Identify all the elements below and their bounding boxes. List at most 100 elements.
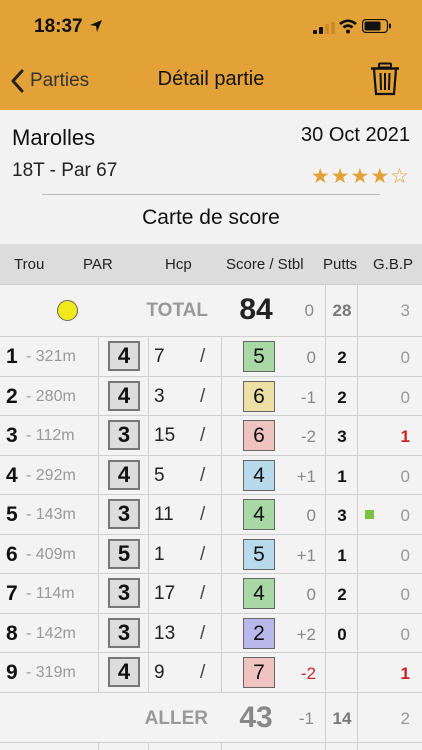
hole-hcp: 1 — [154, 544, 165, 565]
hole-slash: / — [200, 662, 206, 683]
aller-stbl: -1 — [298, 709, 314, 728]
hole-row[interactable]: 8 - 142m 3 13 / 2 +2 0 0 — [0, 613, 422, 653]
hole-slash: / — [200, 425, 206, 446]
game-info: Marolles 30 Oct 2021 18T - Par 67 ★★★★☆ … — [0, 110, 422, 244]
total-score: 84 — [239, 293, 273, 326]
hole-hcp: 17 — [154, 583, 176, 604]
hole-score[interactable]: 6 — [243, 381, 275, 412]
aller-row: ALLER 43 -1 14 2 — [0, 692, 422, 742]
hole-slash: / — [200, 623, 206, 644]
hole-row[interactable]: 7 - 114m 3 17 / 4 0 2 0 — [0, 573, 422, 613]
hole-gbp: 0 — [400, 546, 410, 565]
delete-button[interactable] — [370, 62, 400, 101]
hole-score[interactable]: 4 — [243, 460, 275, 491]
hole-number: 5 — [6, 503, 18, 526]
hole-row[interactable]: 3 - 112m 3 15 / 6 -2 3 1 — [0, 415, 422, 455]
hole-par: 4 — [108, 381, 140, 411]
hole-gbp: 0 — [400, 348, 410, 367]
hole-stbl: -2 — [300, 427, 316, 446]
hole-score[interactable]: 2 — [243, 618, 275, 649]
hole-stbl: +1 — [296, 546, 316, 565]
total-row: TOTAL 84 0 28 3 — [0, 284, 422, 336]
hole-gbp: 0 — [400, 585, 410, 604]
hole-gbp: 1 — [400, 664, 410, 683]
hole-number: 9 — [6, 661, 18, 684]
aller-label: ALLER — [144, 708, 208, 729]
hole-par: 3 — [108, 420, 140, 450]
hole-gbp: 0 — [400, 388, 410, 407]
hole-slash: / — [200, 583, 206, 604]
hole-score[interactable]: 5 — [243, 539, 275, 570]
hole-score[interactable]: 6 — [243, 420, 275, 451]
hole-gbp: 0 — [400, 506, 410, 525]
hole-row[interactable]: 9- 319m 4 9/7 -2 1 — [0, 652, 422, 692]
hole-par: 4 — [108, 460, 140, 490]
wifi-icon — [339, 19, 357, 34]
hole-distance: - 143m — [26, 506, 76, 523]
hole-score[interactable]: 4 — [243, 578, 275, 609]
hole-row[interactable]: 1 - 321m 4 7 / 5 0 2 0 — [0, 336, 422, 376]
hole-distance: - 280m — [26, 388, 76, 405]
navigation-bar: Parties Détail partie — [0, 52, 422, 110]
aller-gbp: 2 — [400, 709, 410, 728]
hole-stbl: 0 — [306, 348, 316, 367]
hole-hcp: 13 — [154, 623, 176, 644]
header-trou: Trou — [14, 256, 45, 273]
hole-score[interactable]: 5 — [243, 341, 275, 372]
hole-stbl: -2 — [300, 664, 316, 683]
golf-ball-icon — [57, 300, 78, 321]
hole-slash: / — [200, 386, 206, 407]
hole-par: 5 — [108, 539, 140, 569]
page-title: Détail partie — [157, 68, 265, 90]
total-gbp: 3 — [400, 301, 410, 320]
hole-gbp: 1 — [400, 427, 410, 446]
hole-distance: - 112m — [26, 427, 75, 444]
hole-number: 3 — [6, 424, 18, 447]
hole-slash: / — [200, 465, 206, 486]
trash-icon — [371, 62, 399, 96]
star-rating: ★★★★☆ — [310, 165, 410, 188]
course-par-info: 18T - Par 67 — [12, 160, 118, 181]
hole-putts: 2 — [337, 348, 347, 367]
status-bar: 18:37 — [0, 0, 422, 52]
hole-row[interactable]: 6- 409m 5 1/5 +1 1 0 — [0, 534, 422, 574]
hole-row[interactable]: 5 - 143m 3 11 / 4 0 3 0 — [0, 494, 422, 534]
total-stbl: 0 — [304, 301, 314, 320]
status-time: 18:37 — [34, 16, 83, 37]
hole-distance: - 142m — [26, 625, 76, 642]
header-hcp: Hcp — [165, 256, 192, 273]
hole-row[interactable]: 2 - 280m 4 3 / 6 -1 2 0 — [0, 376, 422, 416]
hole-putts: 2 — [337, 585, 347, 604]
game-date: 30 Oct 2021 — [301, 124, 410, 146]
hole-stbl: 0 — [306, 585, 316, 604]
next-row-partial — [0, 742, 422, 750]
hole-slash: / — [200, 504, 206, 525]
battery-icon — [362, 19, 391, 33]
hole-number: 1 — [6, 345, 18, 368]
hole-putts: 3 — [337, 506, 347, 525]
hole-stbl: +1 — [296, 467, 316, 486]
scorecard-title: Carte de score — [142, 206, 280, 229]
hole-par: 3 — [108, 578, 140, 608]
hole-putts: 1 — [337, 467, 347, 486]
hole-distance: - 409m — [26, 546, 76, 563]
hole-distance: - 114m — [26, 585, 75, 602]
hole-score[interactable]: 7 — [243, 657, 275, 688]
hole-distance: - 319m — [26, 664, 76, 681]
hole-number: 7 — [6, 582, 18, 605]
hole-row[interactable]: 4- 292m 4 5/4 +1 1 0 — [0, 455, 422, 495]
hole-number: 2 — [6, 385, 18, 408]
hole-score[interactable]: 4 — [243, 499, 275, 530]
hole-putts: 2 — [337, 388, 347, 407]
hole-stbl: -1 — [300, 388, 316, 407]
table-header: Trou PAR Hcp Score / Stbl Putts G.B.P — [0, 244, 422, 284]
hole-slash: / — [200, 346, 206, 367]
hole-par: 4 — [108, 657, 140, 687]
hole-number: 6 — [6, 543, 18, 566]
aller-putts: 14 — [332, 709, 352, 728]
hole-putts: 3 — [337, 427, 347, 446]
signal-icon — [313, 22, 335, 34]
hole-putts: 0 — [337, 625, 347, 644]
hole-hcp: 15 — [154, 425, 176, 446]
hole-par: 3 — [108, 618, 140, 648]
